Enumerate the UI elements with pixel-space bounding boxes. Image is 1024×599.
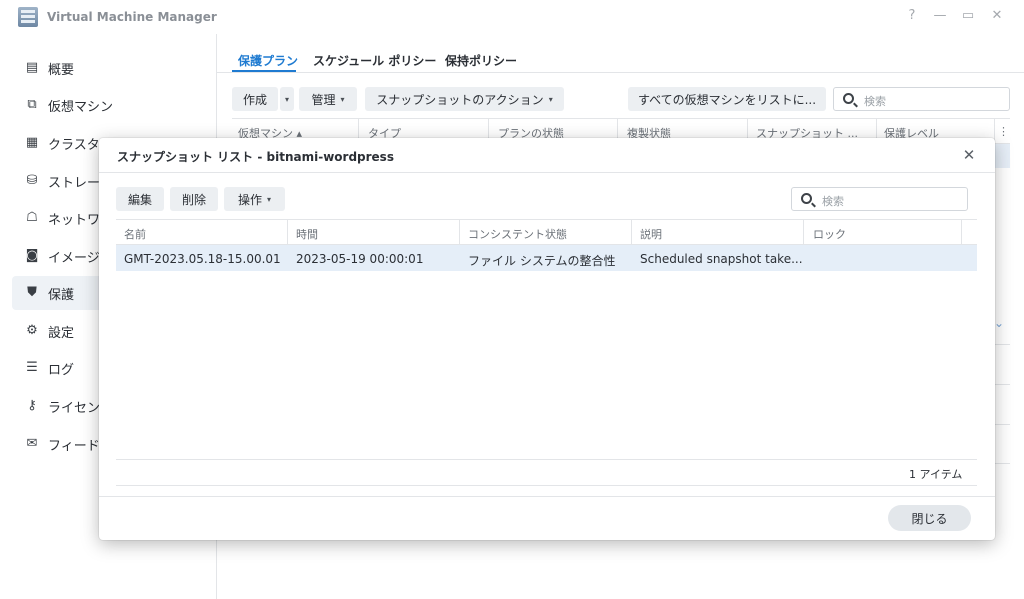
cell-consistency: ファイル システムの整合性 bbox=[468, 254, 616, 268]
row-divider bbox=[995, 424, 1010, 425]
manage-button-label: 管理 bbox=[311, 92, 336, 107]
list-all-vms-label: すべての仮想マシンをリストに... bbox=[637, 92, 817, 107]
dialog-header-divider bbox=[99, 172, 995, 173]
sidebar-item-label: クラスタ bbox=[48, 137, 100, 153]
edit-button-label: 編集 bbox=[127, 192, 152, 207]
create-button-label: 作成 bbox=[242, 92, 267, 107]
overview-icon: ▤ bbox=[25, 60, 39, 75]
row-divider bbox=[995, 384, 1010, 385]
dialog-title: スナップショット リスト - bitnami-wordpress bbox=[117, 150, 394, 164]
sidebar-item-virtual-machine[interactable]: ⧉ 仮想マシン bbox=[12, 88, 210, 122]
operation-button[interactable]: 操作 ▾ bbox=[224, 187, 285, 211]
search-placeholder: 検索 bbox=[822, 195, 844, 208]
log-icon: ☰ bbox=[26, 360, 38, 375]
sidebar-item-label: 設定 bbox=[48, 325, 75, 341]
chevron-down-icon: ▾ bbox=[548, 94, 553, 104]
cluster-icon: ▦ bbox=[25, 135, 39, 150]
edit-button[interactable]: 編集 bbox=[116, 187, 164, 211]
tab-protection-plan[interactable]: 保護プラン bbox=[238, 52, 298, 69]
search-input[interactable]: 検索 bbox=[833, 87, 1010, 111]
column-divider bbox=[287, 220, 288, 244]
app-icon bbox=[18, 7, 38, 27]
tab-divider bbox=[217, 72, 1024, 73]
delete-button-label: 削除 bbox=[181, 192, 206, 207]
column-divider bbox=[803, 220, 804, 244]
key-icon: ⚷ bbox=[27, 398, 37, 413]
close-button-label: 閉じる bbox=[911, 511, 948, 526]
snapshot-table-header: 名前 時間 コンシステント状態 説明 ロック bbox=[116, 219, 977, 245]
search-icon bbox=[843, 93, 854, 104]
chevron-down-icon: ▾ bbox=[340, 94, 345, 104]
item-count: 1 アイテム bbox=[909, 468, 963, 481]
tab-retention-policy[interactable]: 保持ポリシー bbox=[445, 52, 517, 69]
close-button[interactable]: 閉じる bbox=[888, 505, 971, 531]
cell-time: 2023-05-19 00:00:01 bbox=[296, 252, 424, 266]
network-icon: ☖ bbox=[26, 210, 38, 225]
column-header-name[interactable]: 名前 bbox=[124, 226, 146, 242]
column-divider bbox=[961, 220, 962, 244]
column-divider bbox=[631, 220, 632, 244]
sidebar-item-label: ネットワ bbox=[48, 212, 101, 228]
close-icon[interactable]: ✕ bbox=[961, 146, 977, 164]
sidebar-item-label: イメージ bbox=[48, 250, 100, 266]
app-title: Virtual Machine Manager bbox=[47, 10, 217, 24]
cell-name: GMT-2023.05.18-15.00.01 bbox=[124, 252, 281, 266]
vm-table-row-selected[interactable] bbox=[995, 144, 1010, 168]
chevron-down-icon: ▾ bbox=[267, 194, 272, 204]
maximize-icon[interactable]: ▭ bbox=[960, 8, 976, 23]
sidebar-item-label: ログ bbox=[48, 362, 75, 378]
chevron-double-down-icon[interactable]: ⌄ bbox=[994, 316, 1004, 330]
manage-button[interactable]: 管理 ▾ bbox=[299, 87, 357, 111]
sidebar-item-label: ストレー bbox=[48, 175, 101, 191]
column-menu-icon[interactable]: ⋮ bbox=[998, 125, 1009, 138]
column-header-consistency[interactable]: コンシステント状態 bbox=[468, 226, 567, 242]
operation-button-label: 操作 bbox=[237, 192, 262, 207]
tab-schedule-policy[interactable]: スケジュール ポリシー bbox=[313, 52, 436, 69]
minimize-icon[interactable]: — bbox=[932, 8, 948, 23]
snapshot-search-input[interactable]: 検索 bbox=[791, 187, 968, 211]
shield-icon: ⛊ bbox=[27, 285, 37, 300]
column-divider bbox=[459, 220, 460, 244]
snapshot-list-dialog: スナップショット リスト - bitnami-wordpress ✕ 編集 削除… bbox=[99, 138, 995, 540]
delete-button[interactable]: 削除 bbox=[170, 187, 218, 211]
pager-divider bbox=[116, 485, 977, 486]
table-row[interactable]: GMT-2023.05.18-15.00.01 2023-05-19 00:00… bbox=[116, 245, 977, 271]
gear-icon: ⚙ bbox=[26, 323, 38, 338]
sidebar-item-label: 保護 bbox=[48, 287, 75, 303]
search-icon bbox=[801, 193, 812, 204]
table-bottom-divider bbox=[116, 459, 977, 460]
close-window-icon[interactable]: ✕ bbox=[989, 8, 1005, 23]
search-placeholder: 検索 bbox=[864, 95, 886, 108]
dialog-footer-divider bbox=[99, 496, 995, 497]
title-bar: Virtual Machine Manager ? — ▭ ✕ bbox=[0, 0, 1024, 34]
list-all-vms-button[interactable]: すべての仮想マシンをリストに... bbox=[628, 87, 826, 111]
row-divider bbox=[995, 344, 1010, 345]
virtual-machine-icon: ⧉ bbox=[27, 97, 37, 112]
column-header-time[interactable]: 時間 bbox=[296, 226, 318, 242]
help-icon[interactable]: ? bbox=[904, 8, 920, 23]
mail-icon: ✉ bbox=[26, 436, 38, 451]
sidebar-item-overview[interactable]: ▤ 概要 bbox=[12, 51, 210, 85]
row-divider bbox=[995, 463, 1010, 464]
column-header-description[interactable]: 説明 bbox=[640, 226, 662, 242]
sidebar-item-label: フィード bbox=[48, 438, 100, 454]
cell-description: Scheduled snapshot take... bbox=[640, 252, 803, 266]
chevron-down-icon: ▾ bbox=[284, 94, 289, 104]
storage-icon: ⛁ bbox=[26, 173, 38, 188]
snapshot-action-button[interactable]: スナップショットのアクション ▾ bbox=[365, 87, 564, 111]
create-button[interactable]: 作成 bbox=[232, 87, 278, 111]
create-dropdown-button[interactable]: ▾ bbox=[280, 87, 294, 111]
snapshot-action-label: スナップショットのアクション bbox=[376, 92, 544, 107]
image-icon: ◙ bbox=[25, 248, 39, 263]
sidebar-item-label: 仮想マシン bbox=[48, 99, 114, 115]
sidebar-item-label: 概要 bbox=[48, 62, 75, 78]
sidebar-item-label: ライセン bbox=[48, 400, 101, 416]
column-header-lock[interactable]: ロック bbox=[813, 226, 846, 242]
